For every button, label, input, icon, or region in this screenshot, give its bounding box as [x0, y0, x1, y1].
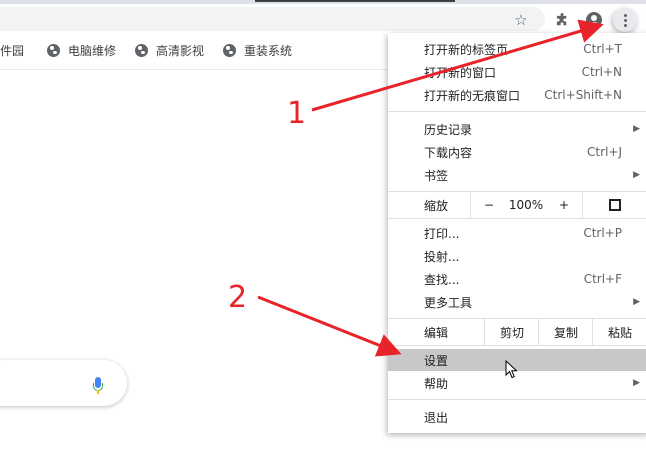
step-number-1: 1 — [287, 96, 307, 131]
arrow-to-settings — [257, 295, 402, 357]
annotation-arrows — [257, 19, 604, 357]
arrow-to-menu-button — [311, 19, 604, 112]
step-number-2: 2 — [228, 280, 248, 315]
